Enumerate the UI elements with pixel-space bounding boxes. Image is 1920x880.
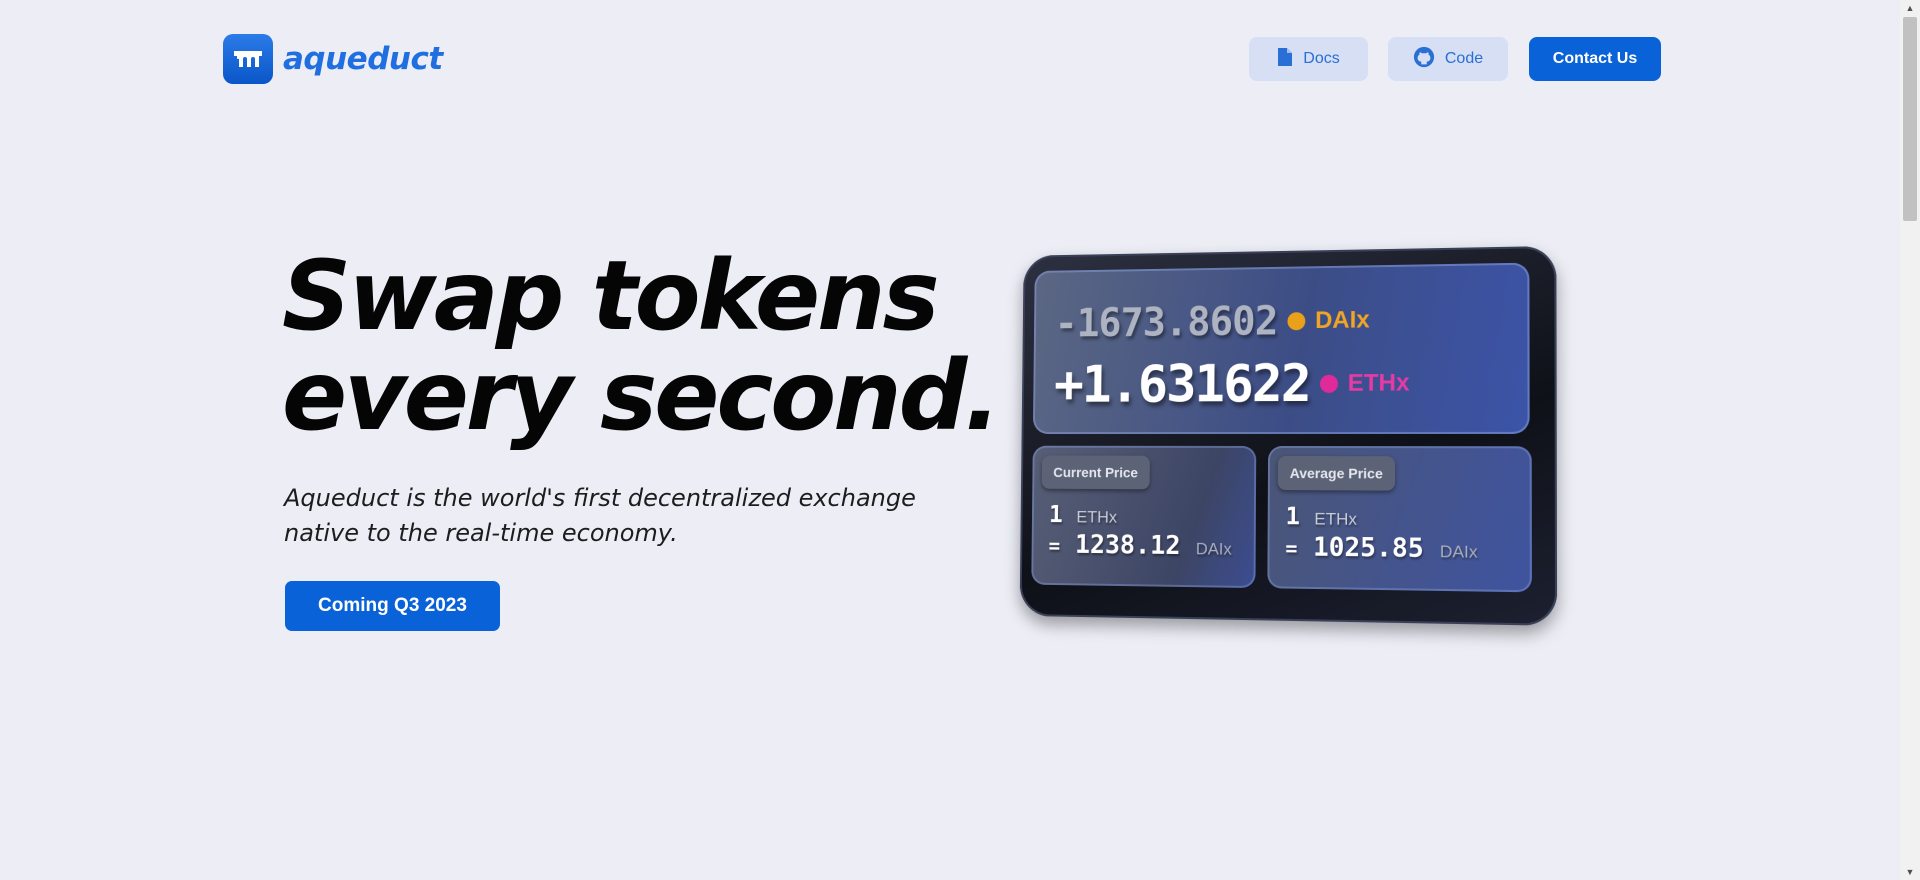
headline-line-2: every second. bbox=[282, 340, 1001, 452]
average-price-label: Average Price bbox=[1277, 455, 1396, 491]
scroll-up-arrow-icon[interactable]: ▲ bbox=[1900, 0, 1920, 16]
current-quote-amount: 1238.12 bbox=[1074, 530, 1181, 562]
average-quote: = 1025.85 DAIx bbox=[1285, 532, 1477, 565]
scroll-thumb[interactable] bbox=[1903, 17, 1917, 221]
subtext-line-2: native to the real-time economy. bbox=[284, 519, 678, 547]
inflow-row: +1.631622 ETHx bbox=[1053, 353, 1410, 415]
logo[interactable]: aqueduct bbox=[223, 34, 443, 84]
docs-button[interactable]: Docs bbox=[1249, 37, 1368, 81]
current-price-label: Current Price bbox=[1041, 455, 1150, 490]
current-equals: = bbox=[1048, 533, 1061, 558]
inflow-amount: +1.631622 bbox=[1053, 353, 1310, 415]
current-base-amount: 1 bbox=[1048, 500, 1063, 529]
brand-name: aqueduct bbox=[283, 41, 443, 77]
code-button[interactable]: Code bbox=[1388, 37, 1508, 81]
current-price-panel: Current Price 1 ETHx = 1238.12 DAIx bbox=[1031, 445, 1257, 589]
page-scrollbar[interactable]: ▲ ▼ bbox=[1900, 0, 1920, 880]
dai-token-icon bbox=[1287, 312, 1306, 331]
average-base-amount: 1 bbox=[1285, 502, 1301, 531]
average-quote-amount: 1025.85 bbox=[1312, 532, 1424, 565]
average-equals: = bbox=[1285, 536, 1298, 561]
average-quote-token: DAIx bbox=[1439, 541, 1478, 562]
balance-panel: -1673.8602 DAIx +1.631622 ETHx bbox=[1032, 262, 1530, 435]
document-icon bbox=[1277, 47, 1293, 72]
outflow-amount: -1673.8602 bbox=[1054, 298, 1278, 347]
outflow-token: DAIx bbox=[1315, 306, 1370, 334]
average-base-token: ETHx bbox=[1314, 509, 1358, 529]
github-icon bbox=[1413, 46, 1435, 73]
scroll-down-arrow-icon[interactable]: ▼ bbox=[1900, 864, 1920, 880]
coming-soon-button[interactable]: Coming Q3 2023 bbox=[285, 581, 500, 631]
contact-us-button[interactable]: Contact Us bbox=[1529, 37, 1661, 81]
inflow-token: ETHx bbox=[1347, 369, 1410, 397]
top-nav: aqueduct Docs Code Contact Us bbox=[0, 0, 1900, 118]
current-quote-token: DAIx bbox=[1195, 539, 1232, 559]
average-price-panel: Average Price 1 ETHx = 1025.85 DAIx bbox=[1267, 445, 1532, 593]
average-base: 1 ETHx bbox=[1286, 502, 1358, 531]
outflow-row: -1673.8602 DAIx bbox=[1054, 297, 1370, 347]
current-base-token: ETHx bbox=[1076, 507, 1118, 527]
current-quote: = 1238.12 DAIx bbox=[1049, 530, 1232, 562]
headline-line-1: Swap tokens bbox=[282, 240, 940, 352]
current-base: 1 ETHx bbox=[1049, 501, 1117, 529]
aqueduct-logo-icon bbox=[223, 34, 273, 84]
hero-subtext: Aqueduct is the world's first decentrali… bbox=[284, 481, 964, 551]
hero-headline: Swap tokens every second. bbox=[282, 240, 1001, 452]
subtext-line-1: Aqueduct is the world's first decentrali… bbox=[284, 484, 916, 512]
eth-token-icon bbox=[1319, 374, 1338, 393]
swap-device-illustration: -1673.8602 DAIx +1.631622 ETHx Current P… bbox=[1019, 245, 1558, 626]
docs-label: Docs bbox=[1303, 50, 1340, 67]
code-label: Code bbox=[1444, 50, 1484, 67]
